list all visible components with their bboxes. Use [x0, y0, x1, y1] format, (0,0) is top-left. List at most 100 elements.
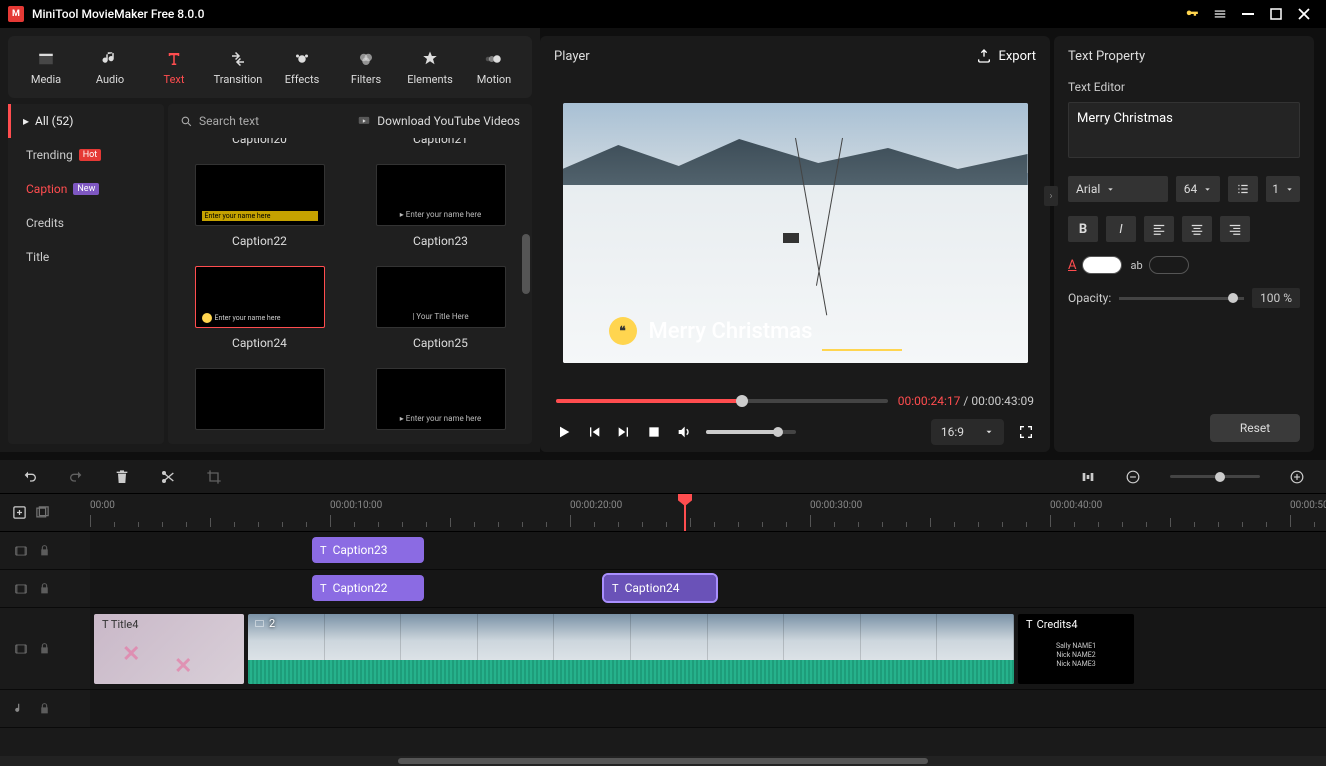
play-button[interactable] [556, 424, 572, 440]
undo-button[interactable] [22, 469, 38, 485]
lock-icon[interactable] [38, 544, 51, 557]
asset-thumb[interactable]: ▸ Enter your name hereCaption23 [363, 164, 518, 248]
lock-icon[interactable] [38, 642, 51, 655]
app-logo: M [8, 6, 24, 22]
reset-button[interactable]: Reset [1210, 414, 1300, 442]
highlight-color-control[interactable]: ab [1130, 256, 1188, 274]
next-frame-button[interactable] [616, 424, 632, 440]
category-title[interactable]: Title [8, 240, 164, 274]
opacity-label: Opacity: [1068, 291, 1111, 305]
tab-filters[interactable]: Filters [334, 40, 398, 94]
timeline-clip-video[interactable]: 2 [248, 614, 1014, 684]
tab-media[interactable]: Media [14, 40, 78, 94]
seek-bar[interactable] [556, 399, 888, 403]
volume-icon[interactable] [676, 424, 692, 440]
volume-slider[interactable] [706, 430, 796, 434]
italic-button[interactable]: I [1106, 216, 1136, 242]
timeline-clip-caption22[interactable]: TCaption22 [312, 575, 424, 601]
stack-tracks-button[interactable] [35, 505, 50, 520]
category-caption[interactable]: CaptionNew [8, 172, 164, 206]
lock-icon[interactable] [38, 702, 51, 715]
prev-frame-button[interactable] [586, 424, 602, 440]
text-color-control[interactable]: A [1068, 256, 1122, 274]
tab-effects[interactable]: Effects [270, 40, 334, 94]
export-button[interactable]: Export [976, 48, 1036, 64]
tab-audio[interactable]: Audio [78, 40, 142, 94]
aspect-ratio-select[interactable]: 16:9 [931, 419, 1004, 445]
player-panel: Player Export ❝ Merry Christmas 00:00:24… [540, 36, 1050, 452]
delete-button[interactable] [114, 469, 130, 485]
time-display: 00:00:24:17 / 00:00:43:09 [898, 394, 1034, 408]
asset-grid-panel: Search text Download YouTube Videos Capt… [168, 104, 532, 444]
search-input[interactable]: Search text [180, 114, 259, 128]
tab-text[interactable]: Text [142, 40, 206, 94]
timeline-clip-caption23[interactable]: TCaption23 [312, 537, 424, 563]
align-center-button[interactable] [1182, 216, 1212, 242]
text-editor-input[interactable] [1068, 102, 1300, 158]
category-credits[interactable]: Credits [8, 206, 164, 240]
audio-track [0, 690, 1326, 728]
zoom-in-button[interactable] [1290, 470, 1304, 484]
timeline-panel: 00:0000:00:10:0000:00:20:0000:00:30:0000… [0, 460, 1326, 766]
zoom-out-button[interactable] [1126, 470, 1140, 484]
timeline-hscroll[interactable] [0, 756, 1326, 766]
timeline-clip-credits4[interactable]: T Credits4 Sally NAME1Nick NAME2Nick NAM… [1018, 614, 1134, 684]
snap-button[interactable] [1080, 469, 1096, 485]
menu-icon[interactable] [1206, 0, 1234, 28]
tab-motion[interactable]: Motion [462, 40, 526, 94]
zoom-slider[interactable] [1170, 475, 1260, 478]
maximize-icon[interactable] [1262, 0, 1290, 28]
app-title: MiniTool MovieMaker Free 8.0.0 [32, 7, 204, 21]
align-left-button[interactable] [1144, 216, 1174, 242]
asset-thumb[interactable]: ▸ Enter your name here [363, 368, 518, 430]
crop-button[interactable] [206, 469, 222, 485]
text-overlay: ❝ Merry Christmas [609, 317, 813, 345]
asset-thumb[interactable]: Caption21 [363, 138, 518, 146]
asset-thumb[interactable]: Enter your name hereCaption24 [182, 266, 337, 350]
license-key-icon[interactable] [1178, 0, 1206, 28]
opacity-slider[interactable] [1119, 297, 1244, 300]
split-button[interactable] [160, 469, 176, 485]
asset-thumb[interactable] [182, 368, 337, 430]
minimize-icon[interactable] [1234, 0, 1262, 28]
align-right-button[interactable] [1220, 216, 1250, 242]
text-track-1: TCaption23 [0, 532, 1326, 570]
font-size-select[interactable]: 64 [1176, 176, 1221, 202]
lock-icon[interactable] [38, 582, 51, 595]
line-spacing-icon[interactable] [1228, 176, 1258, 202]
library-tabs: Media Audio Text Transition Effects Filt… [8, 36, 532, 98]
tab-transition[interactable]: Transition [206, 40, 270, 94]
asset-thumb[interactable]: | Your Title HereCaption25 [363, 266, 518, 350]
quote-icon: ❝ [609, 317, 637, 345]
titlebar: M MiniTool MovieMaker Free 8.0.0 [0, 0, 1326, 28]
bold-button[interactable]: B [1068, 216, 1098, 242]
grid-scrollbar[interactable] [522, 234, 530, 294]
library-panel: Media Audio Text Transition Effects Filt… [0, 28, 540, 452]
video-track-icon [14, 544, 28, 558]
video-track-icon [14, 642, 28, 656]
stop-button[interactable] [646, 424, 662, 440]
preview-video[interactable]: ❝ Merry Christmas [563, 103, 1028, 363]
timeline-clip-caption24[interactable]: TCaption24 [604, 575, 716, 601]
timeline-clip-title4[interactable]: T Title4 [94, 614, 244, 684]
font-select[interactable]: Arial [1068, 176, 1168, 202]
category-list: ▸ All (52) TrendingHot CaptionNew Credit… [8, 104, 164, 444]
property-panel: › Text Property Text Editor Arial 64 1 B… [1054, 36, 1314, 452]
add-track-button[interactable] [12, 505, 27, 520]
close-icon[interactable] [1290, 0, 1318, 28]
opacity-value: 100 % [1252, 288, 1300, 308]
playhead[interactable] [684, 494, 686, 531]
fullscreen-button[interactable] [1018, 424, 1034, 440]
asset-thumb[interactable]: Enter your name hereCaption22 [182, 164, 337, 248]
text-track-2: TCaption22 TCaption24 [0, 570, 1326, 608]
tab-elements[interactable]: Elements [398, 40, 462, 94]
line-height-select[interactable]: 1 [1266, 176, 1300, 202]
panel-collapse-icon[interactable]: › [1044, 186, 1058, 206]
download-link[interactable]: Download YouTube Videos [357, 114, 520, 128]
video-track-icon [14, 582, 28, 596]
category-trending[interactable]: TrendingHot [8, 138, 164, 172]
category-all[interactable]: ▸ All (52) [8, 104, 164, 138]
player-title: Player [554, 49, 590, 64]
redo-button[interactable] [68, 469, 84, 485]
asset-thumb[interactable]: Caption20 [182, 138, 337, 146]
